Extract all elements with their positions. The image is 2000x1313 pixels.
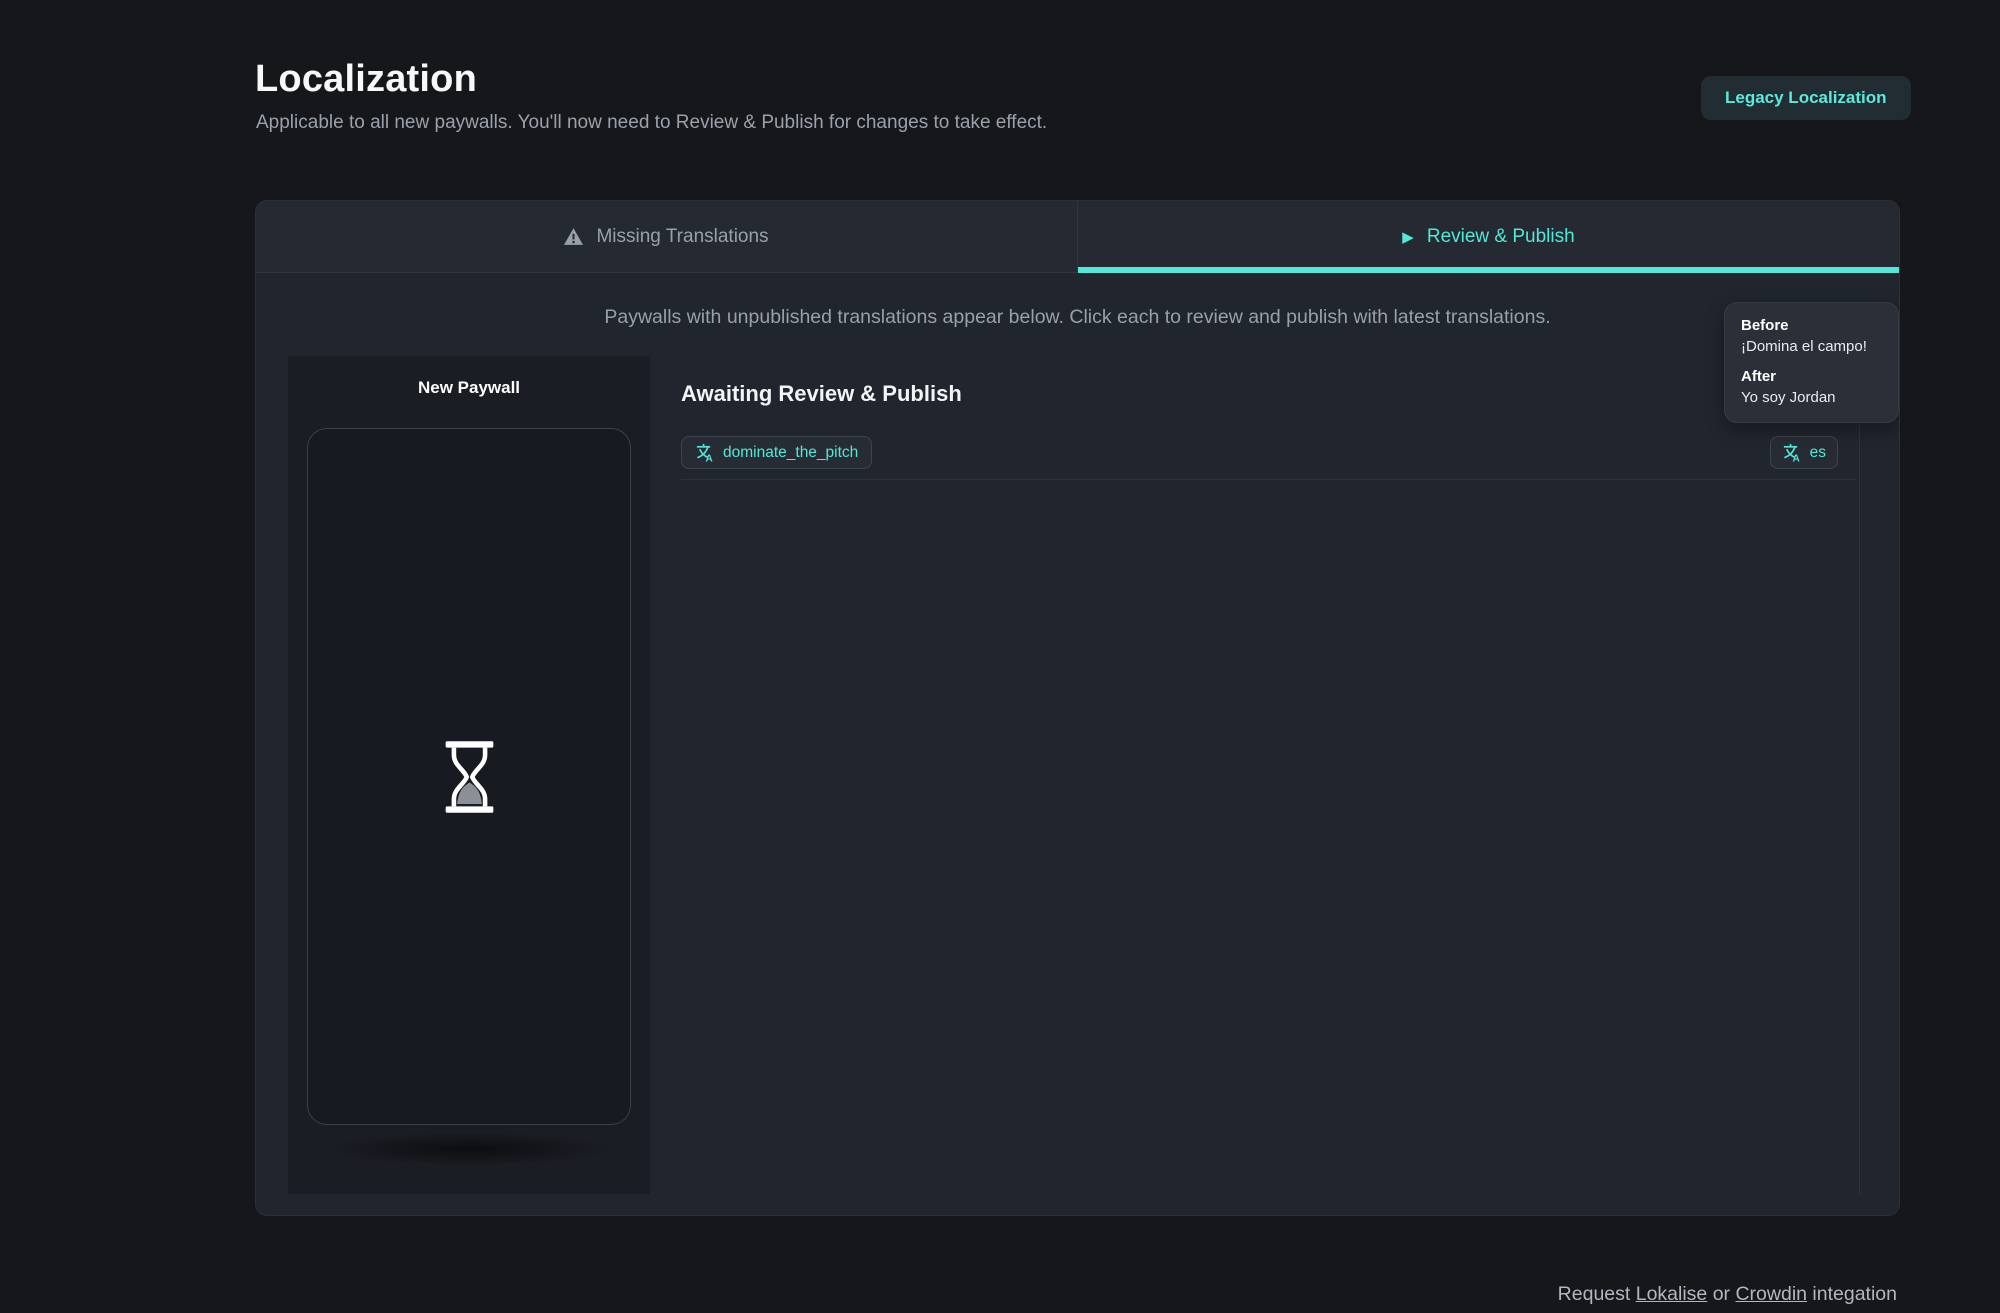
row-divider [681,479,1856,480]
legacy-localization-button[interactable]: Legacy Localization [1701,76,1911,120]
page-title: Localization [255,58,477,101]
svg-text:A: A [705,454,712,462]
content-description: Paywalls with unpublished translations a… [256,306,1899,329]
paywall-chip[interactable]: A dominate_the_pitch [681,436,872,469]
tab-missing-translations[interactable]: Missing Translations [256,201,1078,272]
footer-suffix: integation [1812,1283,1897,1305]
awaiting-review-list: Awaiting Review & Publish A dominate_the… [681,356,1860,1194]
review-publish-panel: Paywalls with unpublished translations a… [256,273,1899,1215]
tooltip-after-label: After [1741,368,1882,385]
tooltip-before-label: Before [1741,317,1882,334]
locale-chip[interactable]: A es [1770,436,1838,469]
tooltip-before-value: ¡Domina el campo! [1741,338,1882,355]
tab-review-label: Review & Publish [1427,226,1575,248]
tooltip-after-value: Yo soy Jordan [1741,389,1882,406]
lokalise-link[interactable]: Lokalise [1636,1283,1708,1305]
phone-shadow [324,1132,614,1166]
localization-card: Missing Translations ▶ Review & Publish … [255,200,1900,1216]
translate-icon: A [1782,443,1801,462]
paywall-row[interactable]: A dominate_the_pitch A [681,436,1859,469]
paywall-chip-label: dominate_the_pitch [723,444,858,462]
tab-review-publish[interactable]: ▶ Review & Publish [1078,201,1899,272]
page-subtitle: Applicable to all new paywalls. You'll n… [256,112,1047,134]
translate-icon: A [695,443,714,462]
warning-icon [564,228,583,245]
crowdin-link[interactable]: Crowdin [1735,1283,1807,1305]
svg-text:A: A [1792,454,1799,462]
preview-title: New Paywall [288,378,650,398]
hourglass-icon [442,741,497,813]
paywall-preview-card[interactable]: New Paywall [288,356,650,1194]
play-icon: ▶ [1402,230,1414,245]
footer-conjunction: or [1713,1283,1730,1305]
footer-text: Request Lokalise or Crowdin integation [1558,1283,1897,1306]
footer-prefix: Request [1558,1283,1631,1305]
active-tab-indicator [1078,267,1900,273]
tab-bar: Missing Translations ▶ Review & Publish [256,201,1899,273]
locale-chip-label: es [1810,444,1826,462]
phone-frame [307,428,631,1125]
list-heading: Awaiting Review & Publish [681,381,1859,407]
translation-tooltip: Before ¡Domina el campo! After Yo soy Jo… [1724,302,1899,423]
tab-missing-label: Missing Translations [596,226,768,248]
